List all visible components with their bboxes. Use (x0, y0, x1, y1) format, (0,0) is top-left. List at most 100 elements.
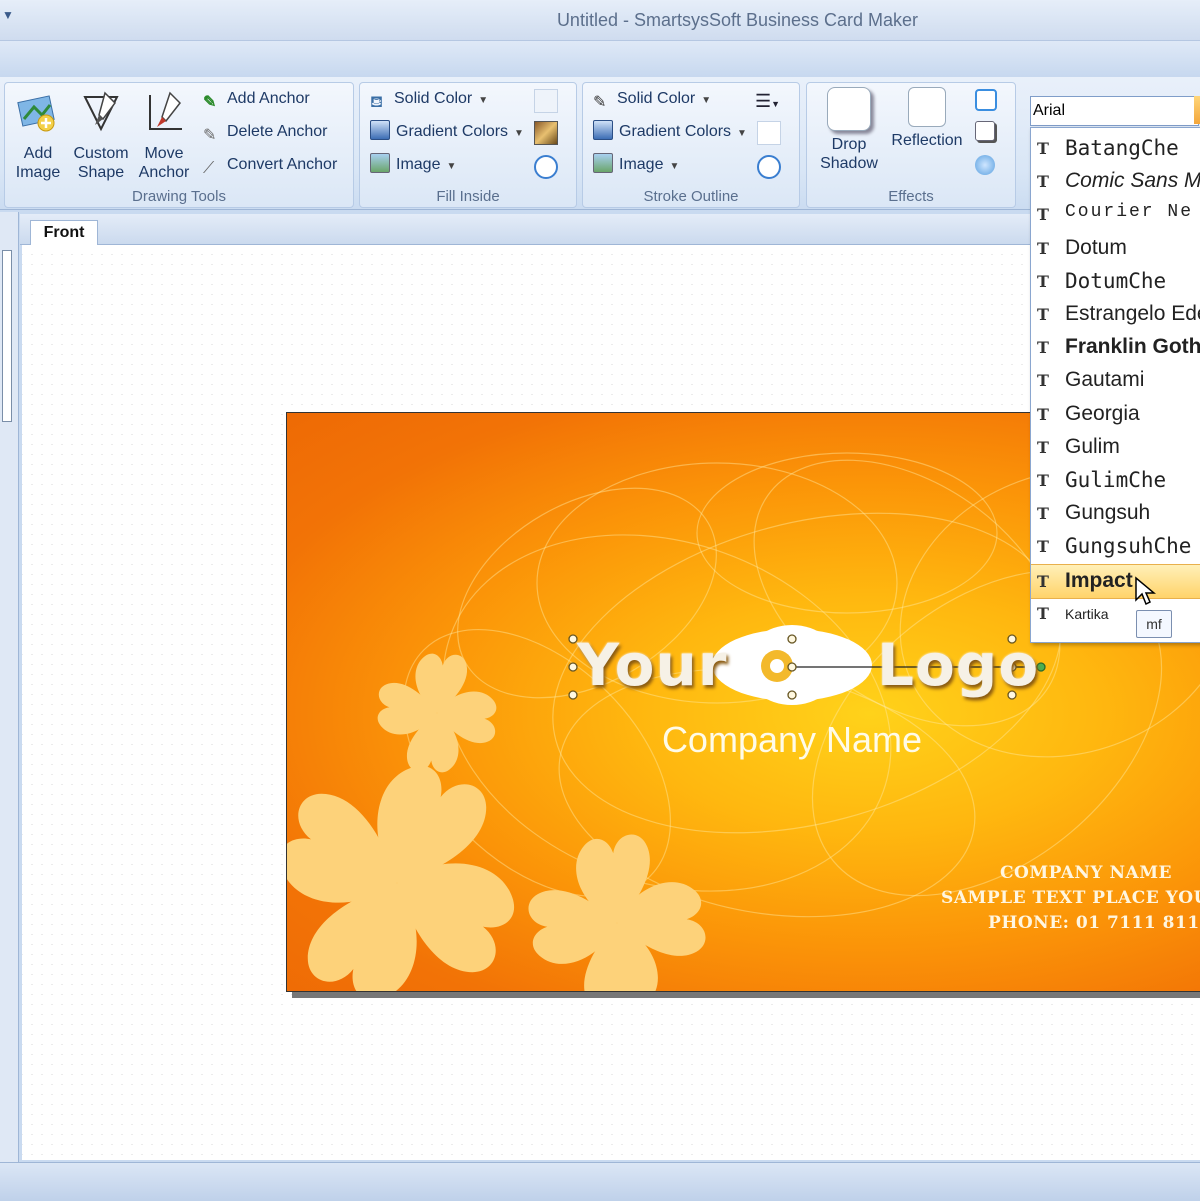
tab-front[interactable]: Front (30, 220, 98, 245)
convert-anchor-button[interactable]: ⟋ Convert Anchor (203, 153, 337, 177)
font-option-label: DotumChe (1065, 268, 1167, 293)
dropdown-arrow-icon: ▼ (514, 128, 524, 139)
glow-effect-icon[interactable] (975, 155, 995, 175)
stroke-outline-group: ✎ Solid Color ▼ Gradient Colors ▼ Image ▼ ☰▼… (582, 82, 800, 208)
font-type-icon: T (1037, 471, 1049, 490)
add-image-icon (17, 95, 55, 132)
custom-shape-button[interactable]: Custom Shape (71, 89, 131, 182)
font-type-icon: T (1037, 172, 1049, 192)
font-type-icon: T (1037, 271, 1049, 291)
font-option[interactable]: T GulimChe (1031, 464, 1200, 497)
logo-word-your[interactable]: Your (577, 631, 727, 699)
stroke-outline-label: Stroke Outline (643, 188, 739, 205)
fill-texture-icon[interactable] (534, 121, 558, 145)
dropdown-arrow-icon: ▼ (701, 95, 712, 106)
font-option[interactable]: T Georgia (1031, 398, 1200, 431)
gradient-icon (593, 120, 613, 140)
border-effect-icon[interactable] (975, 89, 997, 111)
font-option-label: Estrangelo Ede (1065, 302, 1200, 325)
info-phone[interactable]: PHONE: 01 7111 8111 (988, 913, 1200, 933)
fill-image-button[interactable]: Image ▼ (370, 153, 456, 177)
image-icon (370, 153, 390, 173)
font-option[interactable]: T Kartika (1031, 597, 1200, 630)
font-option-label: Impact (1065, 568, 1133, 592)
font-type-icon: T (1037, 571, 1049, 591)
fill-gradient-colors-label: Gradient Colors (396, 123, 509, 140)
left-scrollbar[interactable] (2, 250, 12, 422)
font-option[interactable]: T BatangChe (1031, 132, 1200, 165)
paint-bucket-icon: ⛾ (370, 94, 384, 111)
left-panel (0, 212, 19, 1162)
stroke-image-button[interactable]: Image ▼ (593, 153, 679, 177)
font-option[interactable]: T Dotum (1031, 232, 1200, 265)
move-anchor-label: Move Anchor (138, 145, 190, 181)
font-option[interactable]: T Gulim (1031, 431, 1200, 464)
flower-small (377, 653, 497, 773)
stroke-gradient-colors-label: Gradient Colors (619, 123, 732, 140)
fill-color-swatch[interactable] (534, 89, 558, 113)
line-style-icon[interactable]: ☰▼ (755, 91, 780, 112)
font-option[interactable]: T Impact (1031, 563, 1200, 599)
font-type-icon: T (1037, 603, 1049, 623)
drawing-tools-group: Add Image Custom Shape Move Anchor ✎ Add … (4, 82, 354, 208)
font-option-label: Courier Ne (1065, 202, 1194, 223)
font-option-label: GulimChe (1065, 468, 1167, 492)
font-name-input[interactable]: Arial (1030, 96, 1199, 126)
font-option-label: BatangChe (1065, 136, 1179, 160)
fill-gradient-colors-button[interactable]: Gradient Colors ▼ (370, 120, 524, 144)
stroke-transparency-icon[interactable] (757, 155, 781, 179)
font-dropdown-button[interactable] (1194, 96, 1200, 124)
move-anchor-button[interactable]: Move Anchor (135, 89, 193, 182)
drop-shadow-button[interactable]: Drop Shadow (809, 87, 889, 173)
font-option[interactable]: T Franklin Gothi (1031, 331, 1200, 364)
font-option-label: Gulim (1065, 434, 1120, 458)
delete-anchor-button[interactable]: ✎ Delete Anchor (203, 120, 328, 144)
fill-transparency-icon[interactable] (534, 155, 558, 179)
fill-image-label: Image (396, 156, 441, 173)
status-bar (0, 1162, 1200, 1201)
font-option[interactable]: T DotumChe (1031, 265, 1200, 298)
dropdown-arrow-icon: ▼ (737, 128, 747, 139)
custom-shape-label: Custom Shape (73, 145, 129, 181)
font-type-icon: T (1037, 338, 1049, 358)
delete-anchor-label: Delete Anchor (227, 123, 328, 140)
move-anchor-icon (149, 91, 182, 130)
add-anchor-button[interactable]: ✎ Add Anchor (203, 87, 310, 111)
add-anchor-icon: ✎ (203, 94, 217, 111)
reflection-button[interactable]: Reflection (887, 87, 967, 150)
info-company-name[interactable]: COMPANY NAME (1000, 863, 1172, 883)
font-option-label: Comic Sans M (1065, 169, 1200, 193)
delete-anchor-icon: ✎ (203, 127, 217, 144)
font-option-label: GungsuhChe (1065, 534, 1192, 559)
stroke-image-label: Image (619, 156, 664, 173)
font-option[interactable]: T Courier Ne (1031, 198, 1200, 231)
add-image-button[interactable]: Add Image (9, 89, 67, 182)
font-option[interactable]: T Comic Sans M (1031, 165, 1200, 198)
image-icon (593, 153, 613, 173)
logo-word-logo[interactable]: Logo (877, 631, 1039, 699)
info-sample-text[interactable]: SAMPLE TEXT PLACE YOUER (941, 888, 1200, 908)
shadow-effect-icon[interactable] (975, 121, 995, 141)
drop-shadow-label: Drop Shadow (820, 136, 878, 172)
font-option[interactable]: T GungsuhChe (1031, 530, 1200, 563)
drop-shadow-icon (827, 87, 871, 131)
fill-solid-color-button[interactable]: ⛾ Solid Color ▼ (370, 87, 488, 111)
font-option[interactable]: T Gungsuh (1031, 497, 1200, 530)
font-option[interactable]: T Gautami (1031, 364, 1200, 397)
stroke-color-swatch[interactable] (757, 121, 781, 145)
stroke-solid-color-button[interactable]: ✎ Solid Color ▼ (593, 87, 711, 111)
window-title: Untitled - SmartsysSoft Business Card Ma… (556, 10, 919, 30)
reflection-icon (908, 87, 946, 127)
convert-anchor-label: Convert Anchor (227, 156, 338, 173)
mouse-cursor-icon (1135, 576, 1156, 606)
font-option[interactable]: T Estrangelo Ede (1031, 298, 1200, 331)
stroke-solid-color-label: Solid Color (617, 90, 696, 107)
fill-solid-color-label: Solid Color (394, 90, 473, 107)
font-dropdown-list[interactable]: T BatangChe T Comic Sans M T Courier Ne T Dotum… (1030, 127, 1200, 643)
stroke-gradient-colors-button[interactable]: Gradient Colors ▼ (593, 120, 747, 144)
fill-inside-label: Fill Inside (436, 188, 500, 205)
font-option-label: Kartika (1065, 605, 1109, 622)
company-name-text[interactable]: Company Name (587, 719, 997, 761)
dropdown-arrow-icon: ▼ (669, 161, 680, 172)
dropdown-arrow-icon: ▼ (478, 95, 489, 106)
